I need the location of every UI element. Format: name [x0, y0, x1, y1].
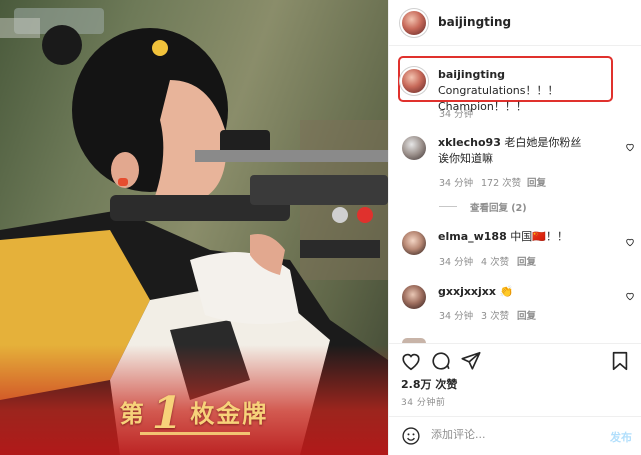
comment-avatar[interactable]	[402, 231, 426, 255]
heart-outline-icon[interactable]	[625, 291, 635, 301]
actions-bar	[389, 343, 641, 344]
comment-3-text: gxxjxxjxx 👏	[438, 284, 608, 300]
heart-outline-icon[interactable]	[625, 142, 635, 152]
heart-outline-icon[interactable]	[625, 237, 635, 247]
comment-1-username[interactable]: xklecho93	[438, 136, 501, 149]
comment-3-body: 👏	[499, 285, 514, 298]
medal-suffix: 枚金牌	[190, 399, 269, 428]
caption-time: 34 分钟	[439, 109, 474, 120]
likes-count[interactable]: 2.8万 次赞	[401, 376, 457, 392]
comment-1-time: 34 分钟	[439, 178, 474, 189]
post-button[interactable]: 发布	[610, 429, 632, 445]
comment-1-text: xklecho93 老白她是你粉丝诶你知道嘛	[438, 135, 588, 167]
bookmark-icon[interactable]	[609, 350, 631, 372]
comment-2-username[interactable]: elma_w188	[438, 230, 507, 243]
comment-icon[interactable]	[430, 350, 452, 372]
medal-prefix: 第	[119, 399, 146, 428]
post-time: 34 分钟前	[401, 398, 446, 408]
caption-username[interactable]: baijingting	[438, 68, 505, 81]
comment-2-time: 34 分钟	[439, 257, 474, 268]
heart-icon[interactable]	[400, 350, 422, 372]
post-header: baijingting	[389, 0, 641, 46]
comment-3-time: 34 分钟	[439, 311, 474, 322]
share-icon[interactable]	[460, 350, 482, 372]
comment-1-reply[interactable]: 回复	[527, 175, 546, 189]
view-replies-link[interactable]: 查看回复 (2)	[470, 200, 527, 214]
comment-3-likes[interactable]: 3 次赞	[481, 308, 509, 322]
comment-2-reply[interactable]: 回复	[517, 254, 536, 268]
emoji-icon[interactable]	[401, 426, 421, 446]
add-comment-bar: 发布	[389, 416, 641, 455]
comment-3-reply[interactable]: 回复	[517, 308, 536, 322]
comment-2-likes[interactable]: 4 次赞	[481, 254, 509, 268]
comment-avatar[interactable]	[402, 285, 426, 309]
replies-divider	[439, 206, 457, 207]
comment-input[interactable]	[431, 428, 601, 441]
post-photo[interactable]: 第 1 枚金牌	[0, 0, 388, 455]
comment-1-likes[interactable]: 172 次赞	[481, 175, 521, 189]
comment-3-username[interactable]: gxxjxxjxx	[438, 285, 496, 298]
comment-2-body: 中国🇨🇳！！	[510, 230, 568, 243]
header-username[interactable]: baijingting	[438, 15, 511, 29]
comment-panel: baijingting baijingting Congratulations！…	[388, 0, 641, 455]
caption-avatar[interactable]	[402, 69, 426, 93]
comment-2-text: elma_w188 中国🇨🇳！！	[438, 229, 608, 245]
avatar[interactable]	[402, 11, 426, 35]
medal-underline	[140, 432, 250, 435]
comment-avatar[interactable]	[402, 136, 426, 160]
